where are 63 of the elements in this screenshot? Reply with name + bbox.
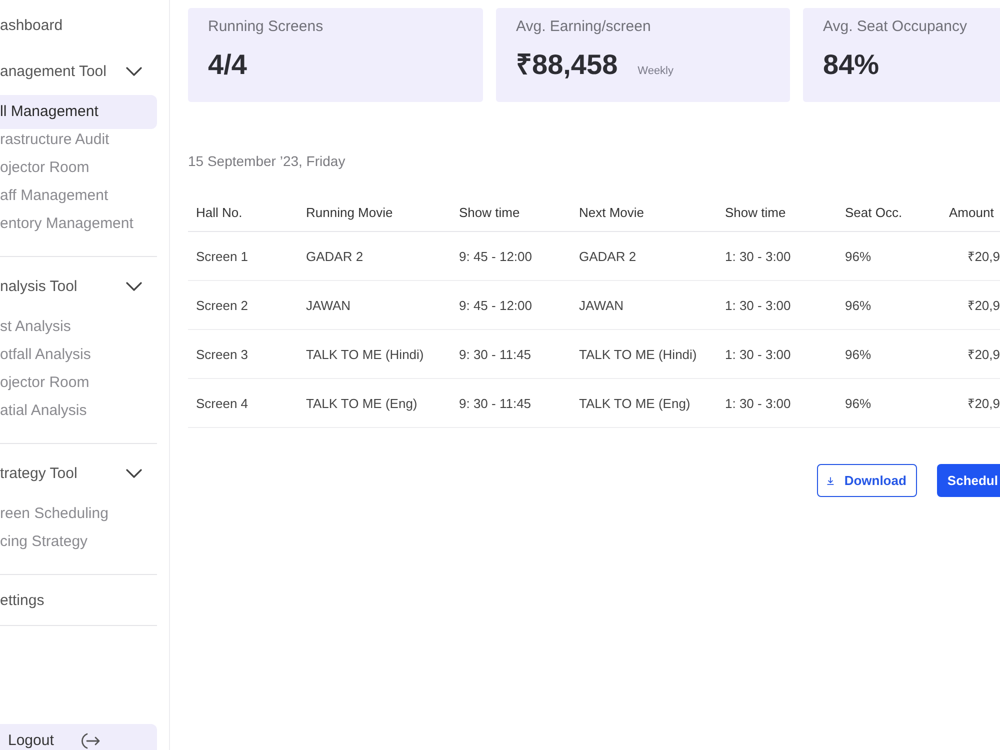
sidebar-item[interactable]: aff Management [0,182,157,210]
table-cell: Screen 2 [188,280,298,330]
table-cell: TALK TO ME (Eng) [571,378,717,428]
sidebar-item[interactable]: otfall Analysis [0,341,157,369]
table-cell: ₹20,9 [943,232,1000,280]
sidebar-item[interactable]: atial Analysis [0,397,157,425]
table-cell: 9: 30 - 11:45 [451,378,571,428]
table-cell: GADAR 2 [571,232,717,280]
stat-value: ₹88,458 [516,48,618,82]
sidebar-group-header[interactable]: trategy Tool [0,456,157,490]
stat-value: 4/4 [208,48,247,82]
table-cell: Screen 3 [188,330,298,378]
download-button[interactable]: Download [817,464,918,497]
table-cell: 1: 30 - 3:00 [717,378,837,428]
table-cell: ₹20,9 [943,378,1000,428]
table-cell: ₹20,9 [943,280,1000,330]
stat-label: Running Screens [208,18,324,36]
table-cell: 9: 30 - 11:45 [451,330,571,378]
sidebar-item[interactable]: ojector Room [0,154,157,182]
schedule-button[interactable]: Schedul [937,464,1000,497]
sidebar-group-header[interactable]: anagement Tool [0,54,157,88]
table-cell: Screen 1 [188,232,298,280]
column-header: Next Movie [571,194,717,232]
column-header: Hall No. [188,194,298,232]
sidebar-item[interactable]: reen Scheduling [0,500,157,528]
sidebar-item[interactable]: ettings [0,584,157,618]
column-header: Running Movie [298,194,451,232]
date-heading: 15 September ’23, Friday [188,152,346,170]
table-cell: TALK TO ME (Hindi) [571,330,717,378]
table-cell: JAWAN [298,280,451,330]
sidebar-item[interactable]: rastructure Audit [0,126,157,154]
table-cell: 1: 30 - 3:00 [717,330,837,378]
column-header: Show time [717,194,837,232]
stat-note: Weekly [638,65,674,77]
table-cell: TALK TO ME (Hindi) [298,330,451,378]
column-header: Amount [943,194,1000,232]
table-cell: 1: 30 - 3:00 [717,232,837,280]
column-header: Seat Occ. [837,194,943,232]
table-cell: 1: 30 - 3:00 [717,280,837,330]
sidebar-item[interactable]: st Analysis [0,313,157,341]
stat-value: 84% [823,48,880,82]
table-cell: Screen 4 [188,378,298,428]
table-cell: 96% [837,232,943,280]
table-cell: 96% [837,378,943,428]
sidebar-item[interactable]: cing Strategy [0,528,157,556]
table-cell: TALK TO ME (Eng) [298,378,451,428]
table-cell: JAWAN [571,280,717,330]
stat-label: Avg. Seat Occupancy [823,18,968,36]
sidebar-item[interactable]: entory Management [0,210,157,238]
column-header: Show time [451,194,571,232]
table-cell: 9: 45 - 12:00 [451,280,571,330]
stat-label: Avg. Earning/screen [516,18,652,36]
logout-icon [80,732,100,750]
table-cell: ₹20,9 [943,330,1000,378]
table-cell: 96% [837,280,943,330]
table-cell: 96% [837,330,943,378]
sidebar-item[interactable]: ashboard [0,9,157,43]
logout-button[interactable]: Logout [0,724,157,750]
table-cell: GADAR 2 [298,232,451,280]
sidebar-item[interactable]: ojector Room [0,369,157,397]
sidebar-group-header[interactable]: nalysis Tool [0,269,157,303]
table-cell: 9: 45 - 12:00 [451,232,571,280]
sidebar-item[interactable]: ll Management [0,95,157,129]
